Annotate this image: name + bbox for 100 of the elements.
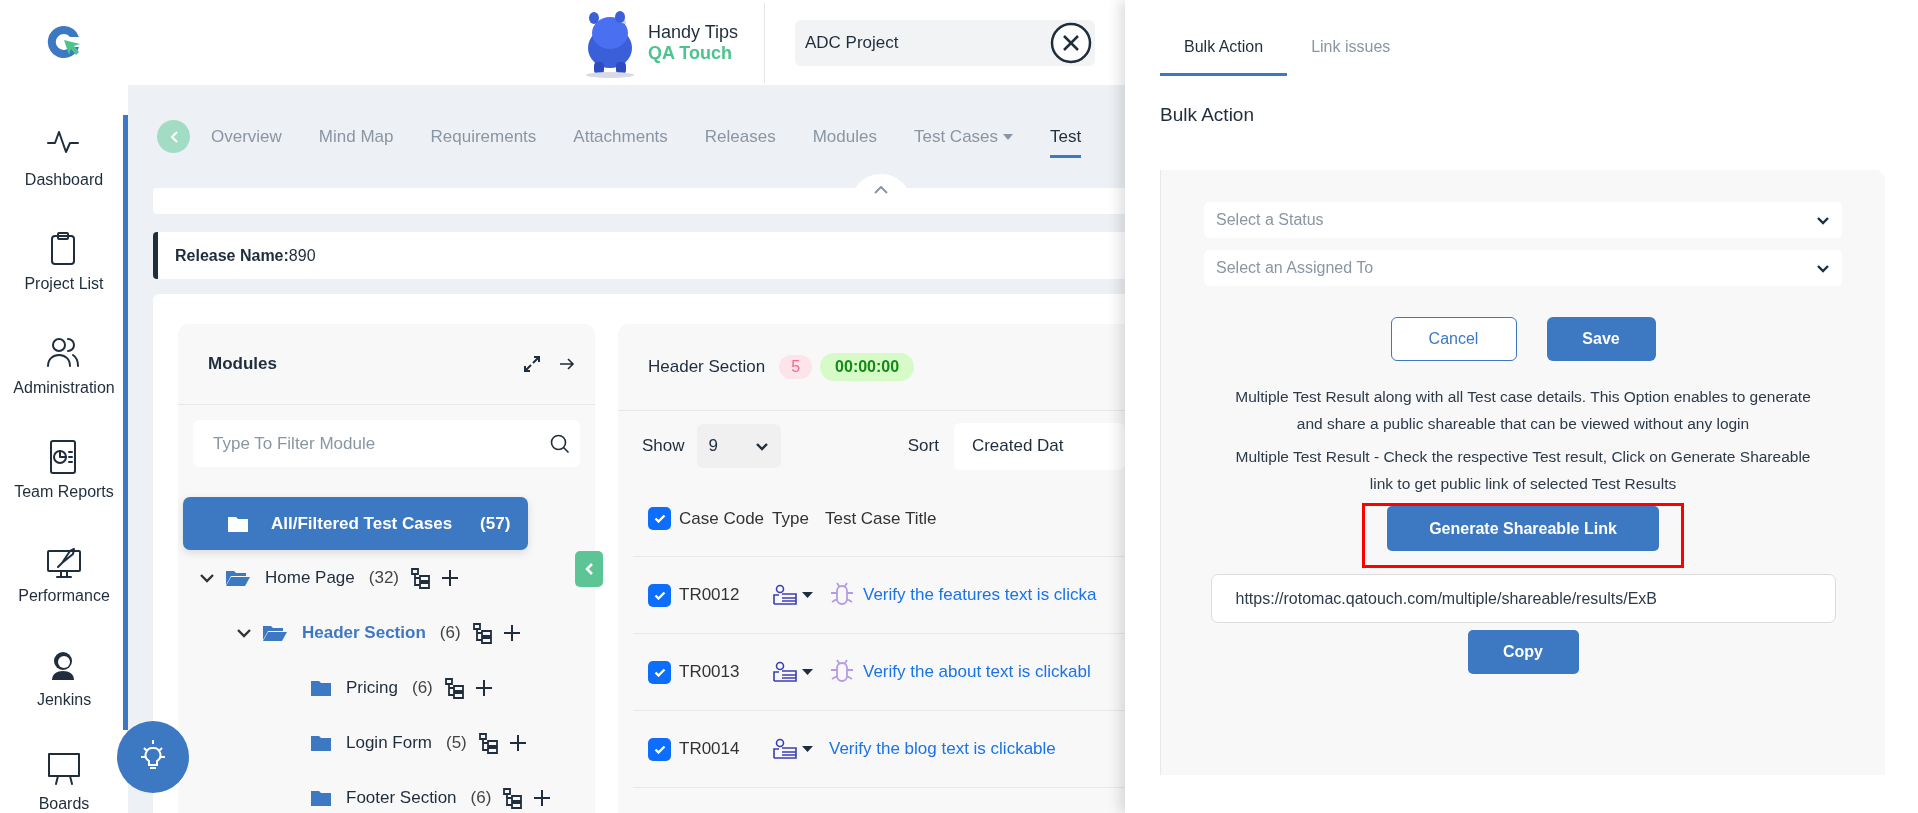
- case-code: TR0014: [679, 739, 741, 759]
- description-text: Multiple Test Result along with all Test case details. This Option enables to generate and share a public shareable that can be viewed without any login: [1234, 387, 1812, 434]
- chevron-down-icon: [754, 441, 769, 451]
- close-icon[interactable]: [1049, 20, 1093, 65]
- sidebar-item[interactable]: Jenkins: [36, 647, 92, 709]
- sidebar-item[interactable]: Administration: [13, 335, 115, 397]
- hierarchy-icon[interactable]: [476, 731, 499, 754]
- checkbox[interactable]: [648, 737, 671, 761]
- generate-link-button[interactable]: Generate Shareable Link: [1387, 506, 1659, 551]
- plus-icon[interactable]: [474, 678, 493, 697]
- hierarchy-icon[interactable]: [409, 566, 431, 589]
- nav-tab[interactable]: Test: [1050, 118, 1082, 158]
- module-item[interactable]: Header Section: [302, 622, 426, 643]
- save-button[interactable]: Save: [1546, 317, 1656, 361]
- folder-icon: [227, 514, 249, 533]
- nav-tab[interactable]: Requirements: [430, 118, 537, 158]
- hierarchy-icon[interactable]: [470, 621, 493, 644]
- link-field[interactable]: https://rotomac.qatouch.com/multiple/shareable/results/ExB: [1210, 574, 1836, 623]
- sidebar-item[interactable]: Performance: [18, 543, 110, 605]
- scrollbar[interactable]: [123, 115, 128, 730]
- module-item[interactable]: All/Filtered Test Cases (57): [183, 497, 528, 550]
- assignee-select[interactable]: Select an Assigned To: [1204, 250, 1842, 286]
- search-icon: [550, 434, 570, 454]
- module-count: (5): [446, 732, 467, 753]
- check-icon: [653, 590, 666, 600]
- checkbox[interactable]: [648, 507, 671, 530]
- easel-icon: [46, 751, 82, 787]
- sidebar-item[interactable]: Boards: [38, 751, 90, 813]
- project-field[interactable]: ADC Project: [795, 19, 1095, 66]
- checkbox[interactable]: [648, 660, 671, 684]
- caret-icon[interactable]: [802, 592, 813, 598]
- logo-icon: [46, 24, 82, 60]
- module-item[interactable]: Home Page: [265, 567, 355, 588]
- brand-title: Handy Tips: [648, 21, 739, 43]
- module-count: (6): [411, 677, 433, 698]
- sort-label: Sort: [907, 436, 939, 456]
- chevron-left-icon: [584, 562, 594, 576]
- test-case-link[interactable]: Verify the about text is clickabl: [863, 662, 1091, 682]
- nav-tab[interactable]: Mind Map: [318, 118, 394, 158]
- expand-icon[interactable]: [523, 355, 541, 373]
- case-code: TR0013: [679, 662, 741, 682]
- chevron-down-icon: [1816, 215, 1830, 225]
- brand-subtitle: QA Touch: [648, 42, 733, 64]
- person-list-icon: [773, 738, 797, 760]
- chevron-left-icon: [168, 129, 179, 144]
- module-count: (6): [439, 622, 461, 643]
- case-code: TR0012: [679, 585, 741, 605]
- column-header: Case Code: [679, 508, 765, 529]
- hierarchy-icon[interactable]: [442, 676, 465, 699]
- release-name: Release Name:890: [153, 232, 1125, 279]
- folder-icon: [310, 678, 332, 697]
- nav-tab[interactable]: Releases: [704, 118, 776, 158]
- caret-icon[interactable]: [802, 669, 813, 675]
- open-folder-icon: [262, 623, 288, 642]
- sidebar-item[interactable]: Project List: [24, 231, 104, 293]
- timer-badge: 00:00:00: [820, 353, 915, 381]
- module-count: (6): [470, 787, 492, 808]
- cancel-button[interactable]: Cancel: [1390, 317, 1517, 361]
- tab[interactable]: Bulk Action: [1160, 0, 1288, 76]
- check-icon: [653, 514, 666, 523]
- caret-icon[interactable]: [802, 746, 813, 752]
- nav-tab[interactable]: Test Cases: [913, 118, 1014, 158]
- nav-tab[interactable]: Modules: [812, 118, 877, 158]
- arrow-right-icon[interactable]: [559, 357, 575, 371]
- person-list-icon: [773, 584, 797, 606]
- filter-field[interactable]: Type To Filter Module: [193, 420, 580, 467]
- sidebar-item[interactable]: Dashboard: [24, 127, 104, 189]
- chevron-down-icon[interactable]: [199, 572, 215, 583]
- module-count: (32): [368, 567, 399, 588]
- count-badge: 5: [779, 355, 813, 379]
- check-icon: [653, 667, 666, 677]
- module-item[interactable]: Pricing: [346, 677, 398, 698]
- check-icon: [653, 744, 666, 754]
- open-folder-icon: [225, 568, 251, 587]
- nav-tab[interactable]: Attachments: [573, 118, 668, 158]
- plus-icon[interactable]: [533, 788, 552, 807]
- tab[interactable]: Link issues: [1287, 0, 1415, 76]
- sidebar-item[interactable]: Team Reports: [14, 439, 114, 501]
- chevron-down-icon[interactable]: [236, 627, 252, 638]
- hierarchy-icon[interactable]: [501, 786, 524, 809]
- column-header: Type: [772, 508, 809, 529]
- person-list-icon: [773, 661, 797, 683]
- status-select[interactable]: Select a Status: [1204, 202, 1842, 238]
- plus-icon[interactable]: [502, 623, 521, 642]
- panel-title: Modules: [208, 354, 278, 374]
- checkbox[interactable]: [648, 583, 671, 607]
- test-case-link[interactable]: Verify the features text is clicka: [863, 585, 1097, 605]
- sort-select[interactable]: Created Dat: [953, 422, 1125, 470]
- test-case-link[interactable]: Verify the blog text is clickable: [829, 739, 1056, 759]
- chevron-up-icon: [874, 186, 888, 194]
- module-item[interactable]: Login Form: [346, 732, 432, 753]
- nav-tab[interactable]: Overview: [211, 118, 282, 158]
- plus-icon[interactable]: [441, 568, 459, 587]
- module-item[interactable]: Footer Section: [346, 787, 457, 808]
- drawer-title: Bulk Action: [1160, 104, 1255, 126]
- description-text: Multiple Test Result - Check the respective Test result, Click on Generate Shareable link to get public link of selected Test Results: [1234, 447, 1812, 494]
- copy-button[interactable]: Copy: [1467, 630, 1579, 674]
- plus-icon[interactable]: [508, 733, 527, 752]
- folder-icon: [310, 733, 332, 752]
- page-size-select[interactable]: 9: [696, 424, 781, 468]
